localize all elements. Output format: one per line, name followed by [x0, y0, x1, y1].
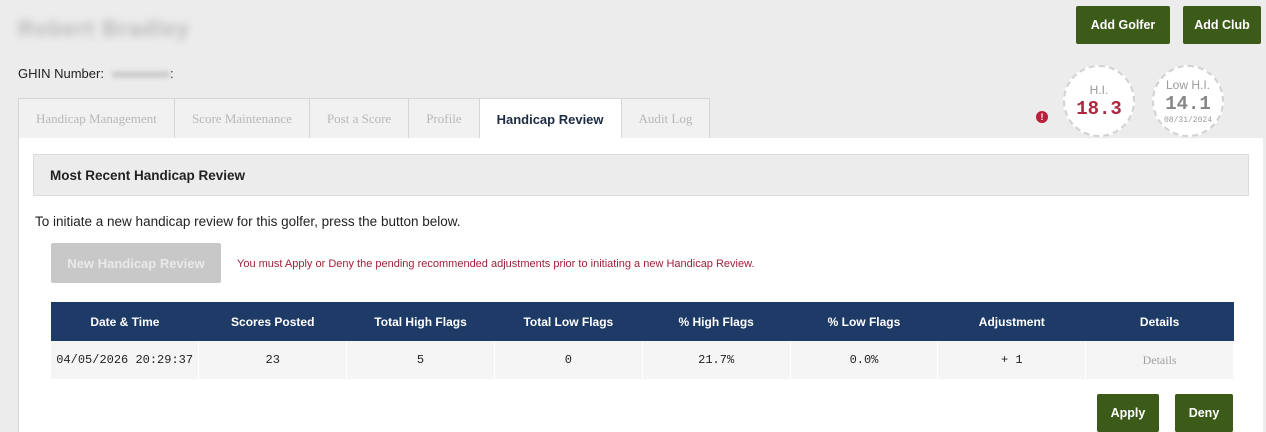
col-date-time: Date & Time — [51, 302, 199, 341]
review-table: Date & Time Scores Posted Total High Fla… — [51, 302, 1234, 379]
golfer-name: Robert Bradley — [18, 16, 190, 41]
tab-audit-log[interactable]: Audit Log — [620, 98, 711, 138]
add-club-button[interactable]: Add Club — [1183, 6, 1261, 44]
instructions-text: To initiate a new handicap review for th… — [35, 214, 461, 229]
cell-scores-posted: 23 — [198, 341, 348, 379]
cell-total-low-flags: 0 — [494, 341, 643, 379]
table-header-row: Date & Time Scores Posted Total High Fla… — [51, 302, 1234, 341]
cell-date-time: 04/05/2026 20:29:37 — [51, 341, 200, 379]
tab-bar: Handicap Management Score Maintenance Po… — [18, 98, 711, 139]
col-total-high-flags: Total High Flags — [346, 302, 495, 341]
cell-pct-low-flags: 0.0% — [790, 341, 939, 379]
hi-label: H.I. — [1089, 82, 1109, 97]
low-hi-label: Low H.I. — [1165, 77, 1210, 92]
col-adjustment: Adjustment — [937, 302, 1086, 341]
low-handicap-index-badge: Low H.I. 14.1 08/31/2024 — [1152, 65, 1224, 137]
handicap-index-badge: H.I. 18.3 — [1063, 65, 1135, 137]
tab-score-maintenance[interactable]: Score Maintenance — [173, 98, 310, 138]
cell-total-high-flags: 5 — [346, 341, 495, 379]
cell-pct-high-flags: 21.7% — [642, 341, 791, 379]
col-details: Details — [1085, 302, 1234, 341]
tab-handicap-review[interactable]: Handicap Review — [478, 98, 622, 139]
tab-profile[interactable]: Profile — [408, 98, 480, 138]
col-pct-high-flags: % High Flags — [642, 302, 791, 341]
ghin-suffix: : — [169, 66, 174, 81]
col-scores-posted: Scores Posted — [198, 302, 347, 341]
col-total-low-flags: Total Low Flags — [494, 302, 643, 341]
ghin-redacted — [111, 71, 170, 79]
low-hi-value: 14.1 — [1165, 92, 1211, 115]
tab-post-a-score[interactable]: Post a Score — [308, 98, 410, 138]
ghin-label: GHIN Number: — [18, 66, 104, 81]
deny-button[interactable]: Deny — [1175, 394, 1233, 432]
tab-content: Most Recent Handicap Review To initiate … — [18, 138, 1263, 432]
apply-button[interactable]: Apply — [1097, 394, 1159, 432]
hi-value: 18.3 — [1076, 97, 1122, 120]
panel-title: Most Recent Handicap Review — [33, 154, 1249, 196]
ghin-number: GHIN Number:: — [18, 66, 174, 81]
new-handicap-review-button[interactable]: New Handicap Review — [51, 243, 221, 283]
low-hi-date: 08/31/2024 — [1163, 115, 1212, 125]
cell-adjustment: + 1 — [937, 341, 1087, 379]
col-pct-low-flags: % Low Flags — [790, 302, 938, 341]
pending-warning: You must Apply or Deny the pending recom… — [237, 258, 755, 270]
alert-icon[interactable]: ! — [1036, 111, 1048, 123]
tab-handicap-management[interactable]: Handicap Management — [18, 98, 175, 138]
table-row: 04/05/2026 20:29:37 23 5 0 21.7% 0.0% + … — [51, 341, 1234, 379]
details-link[interactable]: Details — [1085, 341, 1234, 379]
add-golfer-button[interactable]: Add Golfer — [1076, 6, 1170, 44]
